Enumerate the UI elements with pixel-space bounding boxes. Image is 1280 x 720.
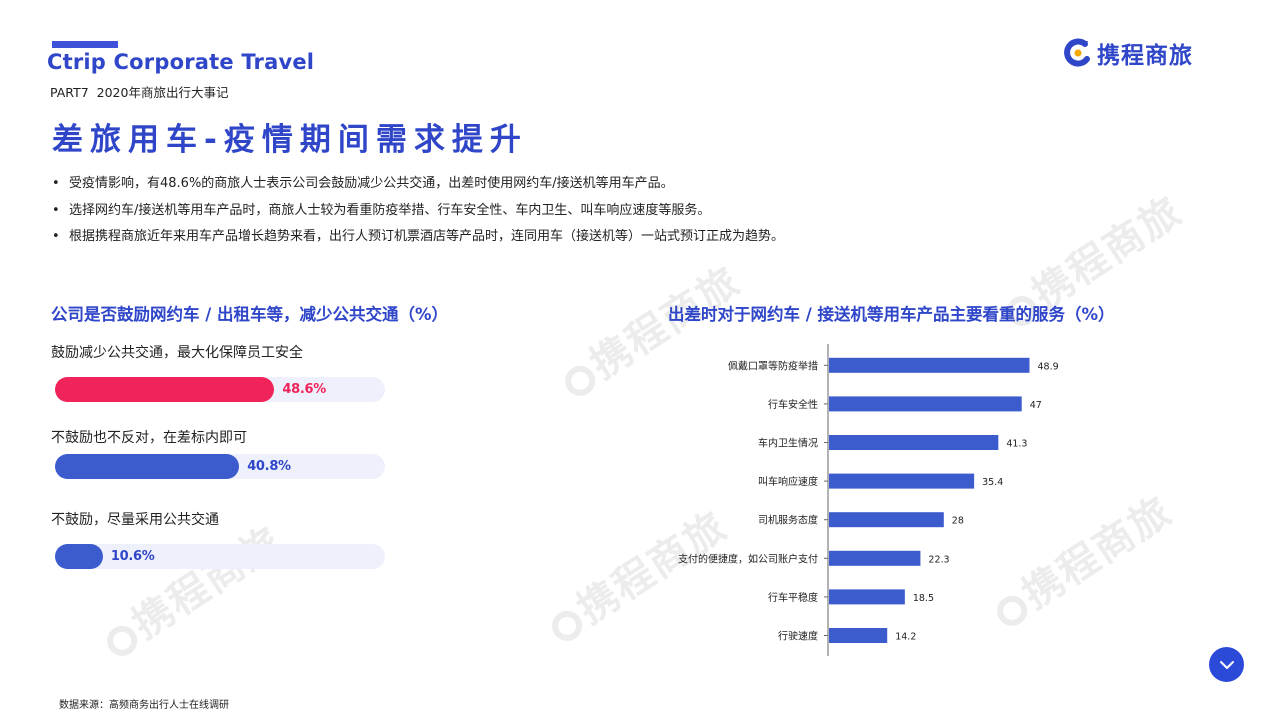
part-number: PART7 [50, 85, 89, 100]
ctrip-logo-icon [1064, 38, 1090, 67]
bar-track: 10.6% [55, 544, 385, 569]
accent-bar [52, 41, 118, 48]
bullet-text: 选择网约车/接送机等用车产品时，商旅人士较为看重防疫举措、行车安全性、车内卫生、… [69, 202, 711, 218]
bar [829, 396, 1022, 412]
bar [55, 544, 103, 569]
bar [829, 512, 944, 528]
bar-track: 48.6% [55, 377, 385, 402]
bullet-text: 受疫情影响，有48.6%的商旅人士表示公司会鼓励减少公共交通，出差时使用网约车/… [69, 176, 674, 191]
bullet-item: • 受疫情影响，有48.6%的商旅人士表示公司会鼓励减少公共交通，出差时使用网约车… [52, 176, 674, 191]
bar-value-label: 18.5 [913, 593, 934, 604]
bar-category-label: 不鼓励，尽量采用公共交通 [51, 512, 219, 528]
bar-category-label: 行车安全性 [768, 398, 818, 411]
bar [829, 550, 921, 566]
watermark: 携程商旅 [90, 510, 291, 669]
bar-value-label: 47 [1030, 400, 1042, 411]
bar-value-label: 14.2 [895, 632, 916, 643]
bar-category-label: 鼓励减少公共交通，最大化保障员工安全 [51, 345, 303, 361]
data-source-note: 数据来源：高频商务出行人士在线调研 [59, 700, 229, 711]
bar [829, 589, 905, 605]
bar [55, 454, 240, 479]
bar-track: 40.8% [55, 454, 385, 479]
bar-category-label: 行驶速度 [778, 630, 818, 643]
bar-category-label: 叫车响应速度 [758, 475, 818, 488]
logo-text: 携程商旅 [1097, 43, 1193, 69]
bar-value-label: 41.3 [1006, 439, 1027, 450]
bar [55, 377, 275, 402]
left-chart-title: 公司是否鼓励网约车 / 出租车等，减少公共交通（%） [51, 305, 449, 324]
bar [829, 473, 975, 489]
bar-value-label: 48.9 [1037, 361, 1058, 372]
bar [829, 435, 999, 450]
bar-value-label: 28 [952, 516, 964, 527]
bar [829, 628, 888, 643]
bullet-text: 根据携程商旅近年来用车产品增长趋势来看，出行人预订机票酒店等产品时，连同用车（接… [69, 229, 785, 244]
bar-category-label: 司机服务态度 [758, 514, 818, 527]
bullet-item: • 选择网约车/接送机等用车产品时，商旅人士较为看重防疫举措、行车安全性、车内卫生… [52, 202, 711, 218]
part-line: PART7 2020年商旅出行大事记 [50, 82, 228, 101]
chevron-down-icon [1219, 660, 1234, 669]
service-priority-bar-chart: 佩戴口罩等防疫举措 48.9 行车安全性 47 车内卫生情况 41.3 叫车响应速度 35.4… [678, 344, 1059, 656]
bar-value-label: 22.3 [928, 554, 949, 565]
slide-title: 差旅用车-疫情期间需求提升 [52, 122, 528, 158]
bar-value-label: 10.6% [110, 549, 155, 564]
bar-value-label: 48.6% [282, 382, 326, 397]
brand-title: Ctrip Corporate Travel [47, 50, 315, 74]
bar-value-label: 40.8% [247, 459, 291, 474]
bar-value-label: 35.4 [982, 477, 1003, 488]
bar [829, 357, 1030, 373]
part-subtitle: 2020年商旅出行大事记 [96, 85, 229, 100]
brand-logo: 携程商旅 [1063, 36, 1193, 70]
right-chart-title: 出差时对于网约车 / 接送机等用车产品主要看重的服务（%） [668, 305, 1115, 324]
bullet-list: • 受疫情影响，有48.6%的商旅人士表示公司会鼓励减少公共交通，出差时使用网约车… [52, 171, 1232, 251]
bar-category-label: 佩戴口罩等防疫举措 [728, 359, 818, 372]
bar-category-label: 车内卫生情况 [758, 437, 818, 450]
bar-category-label: 不鼓励也不反对，在差标内即可 [51, 430, 247, 446]
bar-category-label: 支付的便捷度，如公司账户支付 [678, 552, 818, 565]
scroll-down-button[interactable] [1209, 647, 1244, 682]
bar-category-label: 行车平稳度 [768, 591, 818, 604]
